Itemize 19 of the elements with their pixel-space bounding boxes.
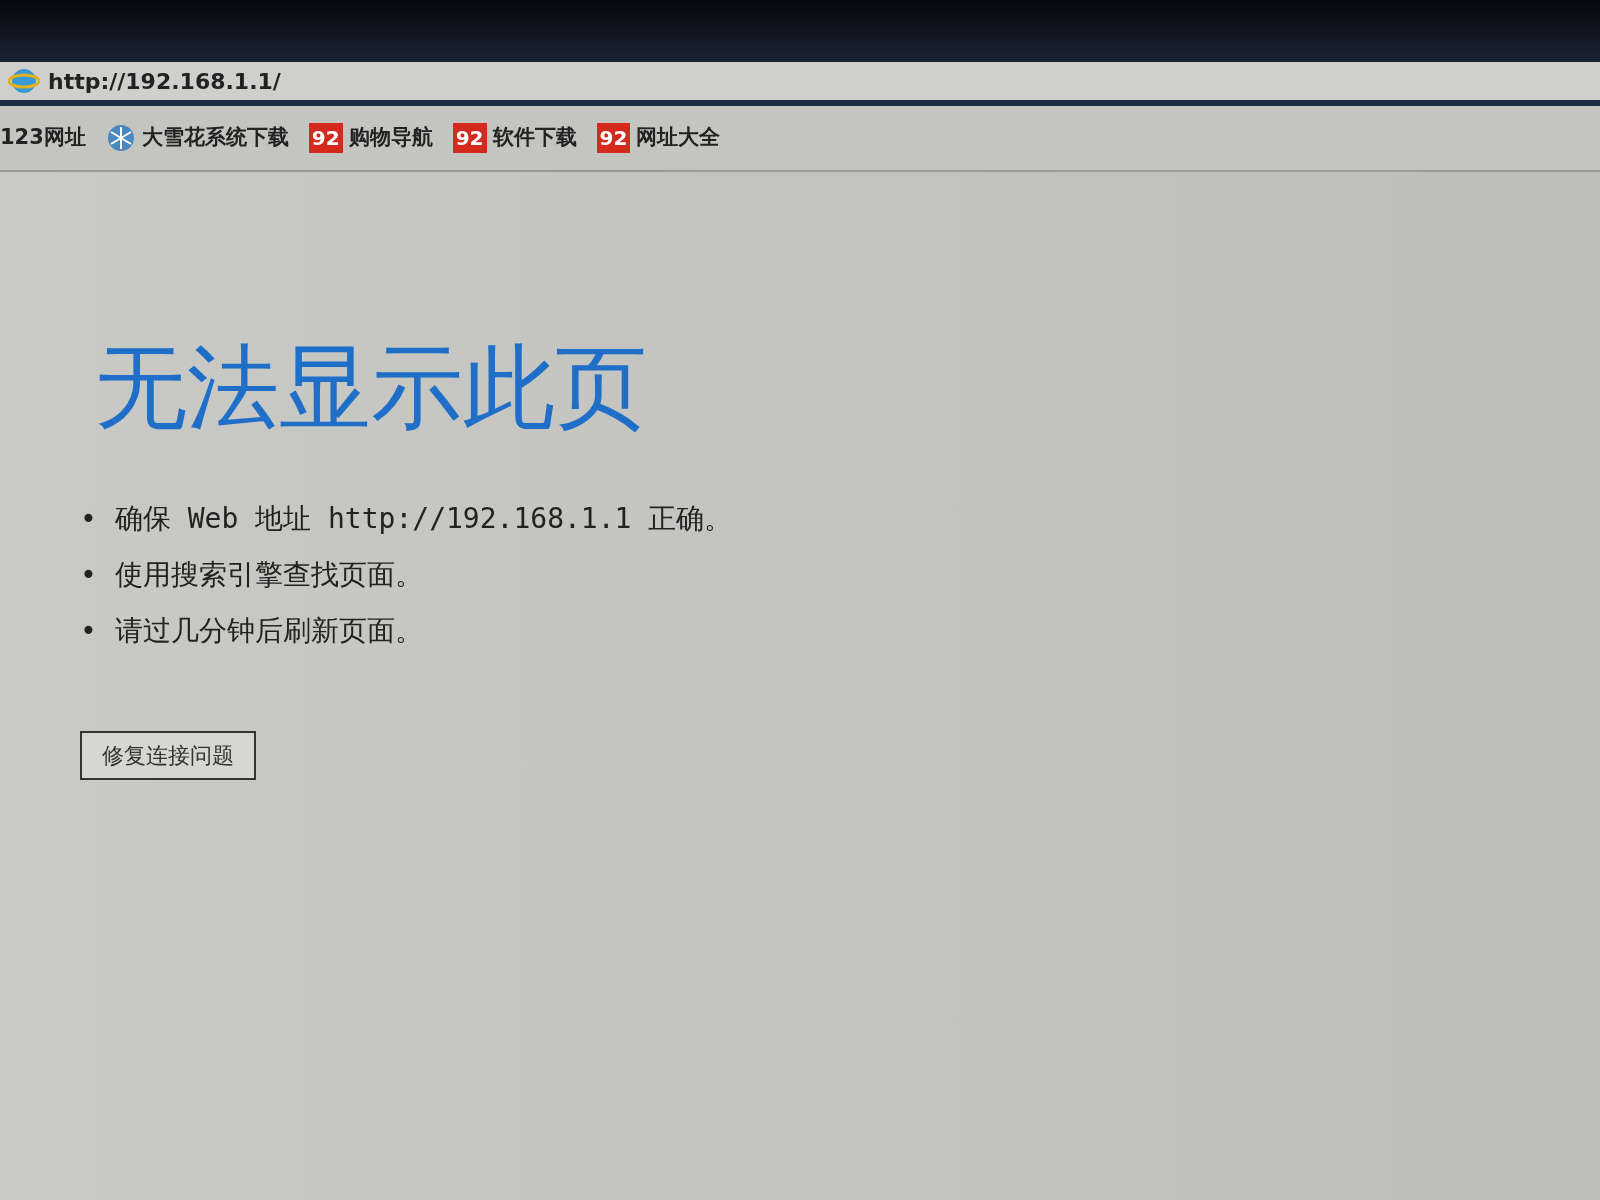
favorite-link[interactable]: 软件下载 <box>492 122 577 154</box>
fix-connection-button[interactable]: 修复连接问题 <box>80 731 256 781</box>
site-logo-icon: 92 <box>596 123 631 153</box>
tip-text: 请过几分钟后刷新页面。 <box>114 613 423 650</box>
site-logo-icon: 92 <box>452 123 487 153</box>
bullet: • <box>80 613 97 650</box>
tip-text: 使用搜索引擎查找页面。 <box>114 557 423 594</box>
error-heading: 无法显示此页 <box>95 337 648 439</box>
favorite-link[interactable]: 大雪花系统下载 <box>141 122 289 154</box>
tip-text: 确保 Web 地址 http://192.168.1.1 正确。 <box>114 501 733 538</box>
snowflake-icon <box>105 123 136 153</box>
address-bar[interactable]: http://192.168.1.1/ <box>0 62 1600 106</box>
bullet: • <box>80 501 97 538</box>
site-logo-icon: 92 <box>308 123 343 153</box>
favorite-link[interactable]: 购物导航 <box>348 122 433 154</box>
url-text: http://192.168.1.1/ <box>48 67 281 96</box>
favorite-link[interactable]: 网址大全 <box>636 122 721 154</box>
bullet: • <box>80 557 97 594</box>
favorite-link[interactable]: 123网址 <box>0 122 86 154</box>
